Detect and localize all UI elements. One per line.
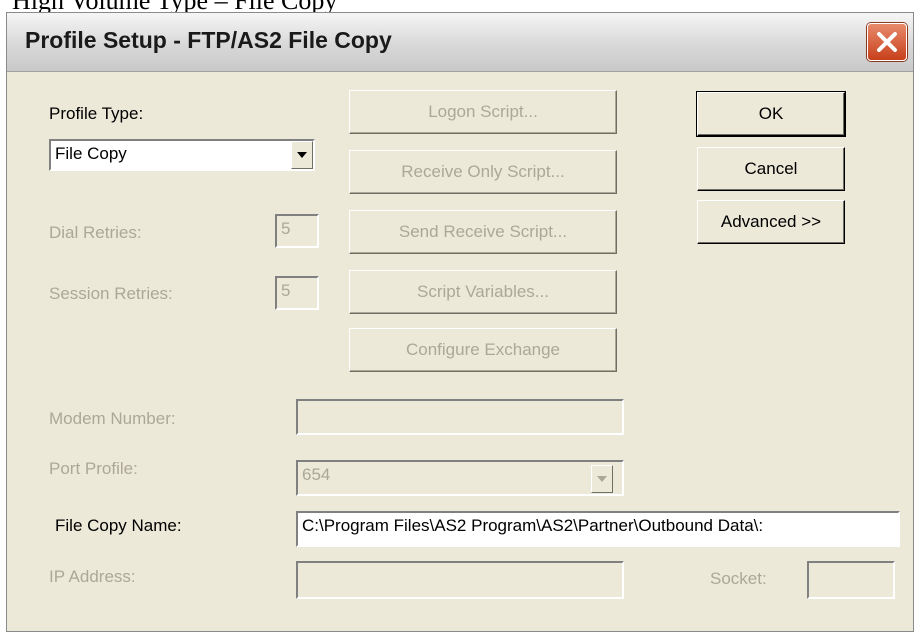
receive-only-script-button[interactable]: Receive Only Script... xyxy=(349,150,617,194)
file-copy-name-input[interactable]: C:\Program Files\AS2 Program\AS2\Partner… xyxy=(296,511,900,547)
close-icon xyxy=(877,32,897,52)
dial-retries-value: 5 xyxy=(281,219,291,238)
profile-type-dropdown-button[interactable] xyxy=(291,141,313,169)
script-variables-button[interactable]: Script Variables... xyxy=(349,270,617,314)
port-profile-select[interactable]: 654 xyxy=(296,460,624,496)
logon-script-button[interactable]: Logon Script... xyxy=(349,90,617,134)
session-retries-value: 5 xyxy=(281,281,291,300)
profile-setup-dialog: Profile Setup - FTP/AS2 File Copy Profil… xyxy=(6,12,914,632)
cancel-button[interactable]: Cancel xyxy=(697,147,845,191)
ip-address-input[interactable] xyxy=(296,561,624,599)
file-copy-name-label: File Copy Name: xyxy=(55,516,182,535)
window-title: Profile Setup - FTP/AS2 File Copy xyxy=(25,27,392,53)
port-profile-dropdown-button[interactable] xyxy=(591,465,613,493)
ip-address-label: IP Address: xyxy=(49,567,136,586)
socket-label: Socket: xyxy=(710,569,767,588)
profile-type-value: File Copy xyxy=(55,144,127,163)
dial-retries-input[interactable]: 5 xyxy=(275,214,319,248)
socket-input[interactable] xyxy=(807,561,895,599)
session-retries-label: Session Retries: xyxy=(49,284,173,303)
port-profile-value: 654 xyxy=(302,465,331,484)
dial-retries-label: Dial Retries: xyxy=(49,223,142,242)
profile-type-select[interactable]: File Copy xyxy=(49,139,315,171)
port-profile-label: Port Profile: xyxy=(49,459,138,478)
chevron-down-icon xyxy=(297,152,307,158)
file-copy-name-value: C:\Program Files\AS2 Program\AS2\Partner… xyxy=(302,516,764,535)
configure-exchange-button[interactable]: Configure Exchange xyxy=(349,328,617,372)
chevron-down-icon xyxy=(597,476,607,482)
modem-number-input[interactable] xyxy=(296,399,624,435)
send-receive-script-button[interactable]: Send Receive Script... xyxy=(349,210,617,254)
modem-number-label: Modem Number: xyxy=(49,409,176,428)
ok-button[interactable]: OK xyxy=(696,91,846,137)
session-retries-input[interactable]: 5 xyxy=(275,276,319,310)
close-button[interactable] xyxy=(867,23,907,61)
profile-type-label: Profile Type: xyxy=(49,104,144,123)
title-bar[interactable]: Profile Setup - FTP/AS2 File Copy xyxy=(7,13,913,72)
advanced-button[interactable]: Advanced >> xyxy=(697,200,845,244)
